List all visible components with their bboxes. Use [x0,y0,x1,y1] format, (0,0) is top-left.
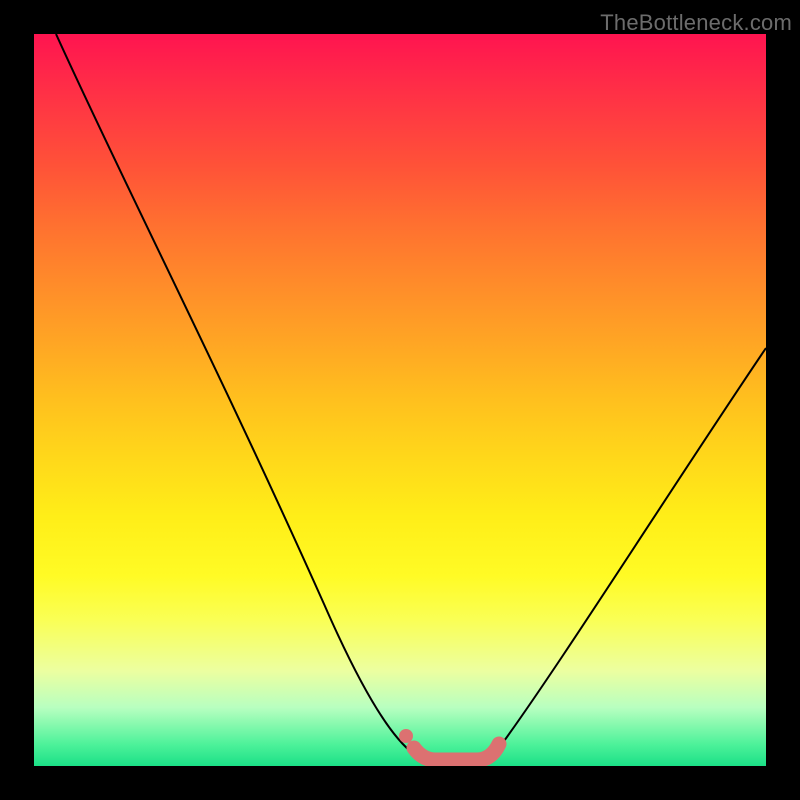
bottleneck-curve [34,34,766,766]
curve-right-branch [496,348,766,752]
watermark-text: TheBottleneck.com [600,10,792,36]
curve-left-branch [56,34,414,754]
trough-dot-icon [399,729,413,743]
chart-frame: TheBottleneck.com [0,0,800,800]
plot-area [34,34,766,766]
trough-marker [414,744,499,760]
